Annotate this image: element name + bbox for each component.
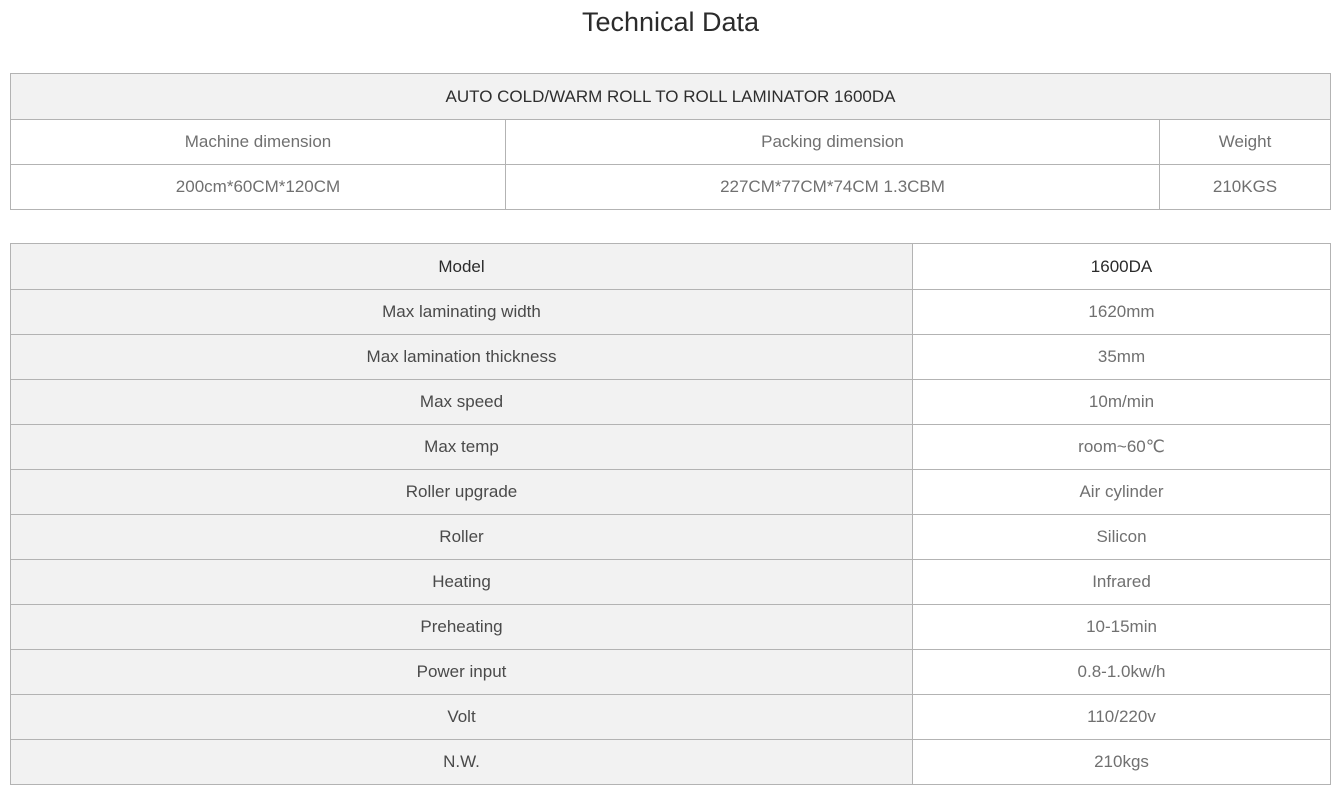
spec-label: Volt [10, 694, 913, 740]
table-header-row: Machine dimension Packing dimension Weig… [10, 119, 1332, 165]
table-row: Heating Infrared [10, 559, 1331, 605]
dimensions-table: AUTO COLD/WARM ROLL TO ROLL LAMINATOR 16… [9, 73, 1332, 210]
table-row: Max speed 10m/min [10, 379, 1331, 425]
spec-label: Heating [10, 559, 913, 605]
spec-value: 10-15min [912, 604, 1331, 650]
spec-label: Max temp [10, 424, 913, 470]
spec-value: 210kgs [912, 739, 1331, 785]
spec-label: Roller [10, 514, 913, 560]
table-row: Max lamination thickness 35mm [10, 334, 1331, 380]
spec-value: room~60℃ [912, 424, 1331, 470]
spec-value: 35mm [912, 334, 1331, 380]
spec-value: 10m/min [912, 379, 1331, 425]
table-row: Volt 110/220v [10, 694, 1331, 740]
value-weight: 210KGS [1158, 164, 1332, 210]
spec-value: Silicon [912, 514, 1331, 560]
spec-value: 0.8-1.0kw/h [912, 649, 1331, 695]
spec-label: Model [10, 243, 913, 290]
table-title: AUTO COLD/WARM ROLL TO ROLL LAMINATOR 16… [9, 73, 1332, 120]
spec-label: Max lamination thickness [10, 334, 913, 380]
table-row: Power input 0.8-1.0kw/h [10, 649, 1331, 695]
spec-label: Max speed [10, 379, 913, 425]
table-title-row: AUTO COLD/WARM ROLL TO ROLL LAMINATOR 16… [9, 73, 1332, 120]
table-row: Roller upgrade Air cylinder [10, 469, 1331, 515]
spec-value: Air cylinder [912, 469, 1331, 515]
header-machine-dimension: Machine dimension [10, 119, 506, 165]
spec-label: Power input [10, 649, 913, 695]
spec-value: 1620mm [912, 289, 1331, 335]
value-machine-dimension: 200cm*60CM*120CM [10, 164, 506, 210]
spec-label: Roller upgrade [10, 469, 913, 515]
header-packing-dimension: Packing dimension [505, 119, 1160, 165]
table-row: Max temp room~60℃ [10, 424, 1331, 470]
table-value-row: 200cm*60CM*120CM 227CM*77CM*74CM 1.3CBM … [10, 164, 1332, 210]
page-title: Technical Data [581, 7, 760, 37]
spec-label: N.W. [10, 739, 913, 785]
spec-table: Model 1600DA Max laminating width 1620mm… [10, 243, 1331, 785]
spec-value: 110/220v [912, 694, 1331, 740]
table-row: Preheating 10-15min [10, 604, 1331, 650]
spec-value: 1600DA [912, 243, 1331, 290]
value-packing-dimension: 227CM*77CM*74CM 1.3CBM [505, 164, 1160, 210]
spec-value: Infrared [912, 559, 1331, 605]
table-row: Max laminating width 1620mm [10, 289, 1331, 335]
table-row: Roller Silicon [10, 514, 1331, 560]
header-weight: Weight [1158, 119, 1332, 165]
table-row: N.W. 210kgs [10, 739, 1331, 785]
spec-label: Max laminating width [10, 289, 913, 335]
spec-label: Preheating [10, 604, 913, 650]
spec-header-row: Model 1600DA [10, 243, 1331, 290]
